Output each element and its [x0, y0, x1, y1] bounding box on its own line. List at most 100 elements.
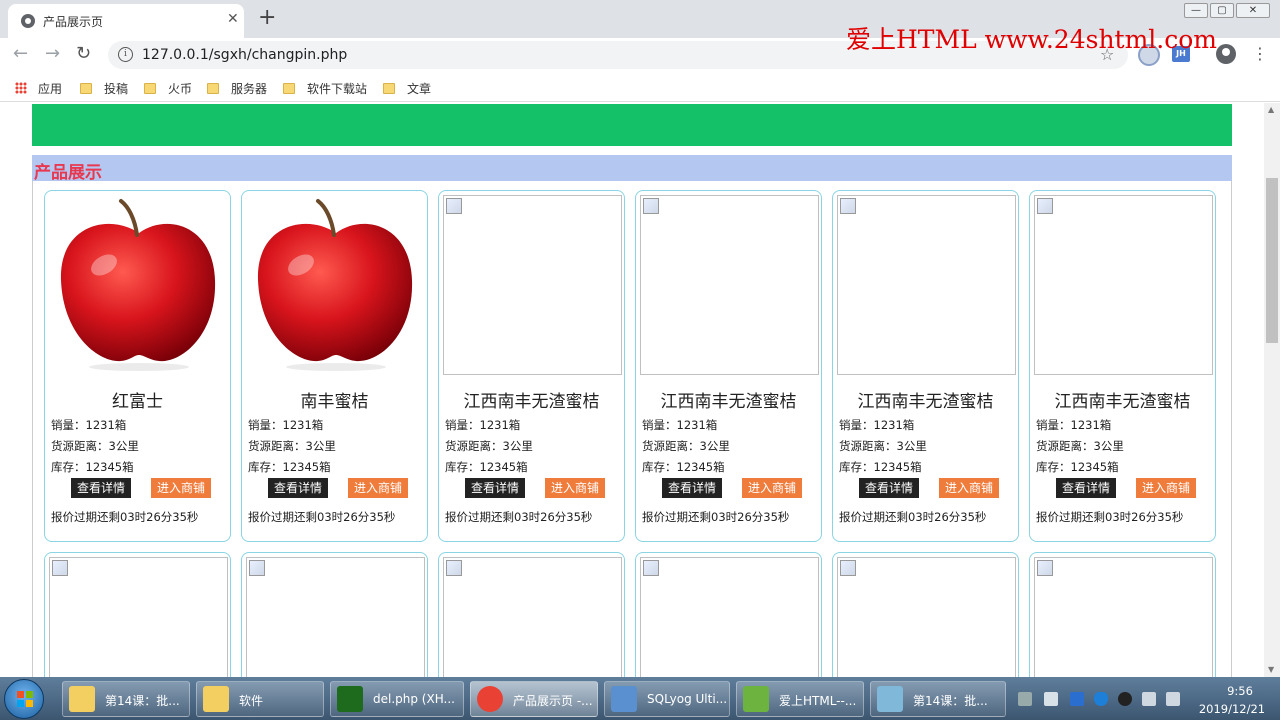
start-button[interactable] — [4, 679, 44, 719]
app-icon — [743, 686, 769, 712]
browser-tab[interactable]: 产品展示页 ✕ — [8, 4, 244, 38]
view-details-button[interactable]: 查看详情 — [71, 478, 131, 498]
volume-icon[interactable] — [1142, 692, 1156, 706]
folder-icon — [203, 686, 229, 712]
enter-shop-button[interactable]: 进入商铺 — [151, 478, 211, 498]
forward-button[interactable]: → — [45, 43, 60, 64]
tab-close-icon[interactable]: ✕ — [227, 11, 239, 27]
product-card — [44, 552, 231, 677]
globe-icon — [21, 14, 35, 28]
clock-date[interactable]: 2019/12/21 — [1194, 702, 1270, 716]
folder-icon — [144, 83, 156, 94]
enter-shop-button[interactable]: 进入商铺 — [939, 478, 999, 498]
display-icon[interactable] — [1166, 692, 1180, 706]
enter-shop-button[interactable]: 进入商铺 — [742, 478, 802, 498]
header-banner — [32, 104, 1232, 146]
product-card: 江西南丰无渣蜜桔 销量：1231箱 货源距离：3公里 库存：12345箱 查看详情 进入商… — [1029, 190, 1216, 542]
profile-avatar-icon[interactable] — [1216, 44, 1236, 64]
taskbar-item[interactable]: 第14课：批... — [870, 681, 1006, 717]
scroll-down-arrow-icon[interactable]: ▼ — [1268, 665, 1274, 674]
taskbar-item[interactable]: del.php (XH... — [330, 681, 464, 717]
taskbar-item[interactable]: 软件 — [196, 681, 324, 717]
broken-image-icon — [1034, 557, 1213, 677]
view-details-button[interactable]: 查看详情 — [859, 478, 919, 498]
broken-image-icon — [246, 557, 425, 677]
site-info-icon[interactable]: i — [118, 47, 133, 62]
browser-menu-icon[interactable]: ⋮ — [1252, 44, 1268, 63]
product-card — [832, 552, 1019, 677]
network-tray-icon[interactable] — [1044, 692, 1058, 706]
reload-button[interactable]: ↻ — [76, 43, 91, 64]
bookmark-label: 应用 — [38, 82, 63, 96]
bookmarks-bar: 应用 投稿 火币 服务器 软件下载站 文章 — [0, 72, 1280, 102]
folder-icon — [283, 83, 295, 94]
enter-shop-button[interactable]: 进入商铺 — [1136, 478, 1196, 498]
apps-icon — [15, 82, 27, 94]
product-card — [1029, 552, 1216, 677]
product-grid: 红富士 销量：1231箱 货源距离：3公里 库存：12345箱 查看详情 进入商铺 报价过期… — [32, 181, 1232, 677]
new-tab-button[interactable]: + — [258, 5, 276, 31]
taskbar-item[interactable]: SQLyog Ulti... — [604, 681, 730, 717]
minimize-button[interactable]: — — [1184, 3, 1208, 18]
product-distance: 货源距离：3公里 — [248, 439, 336, 453]
product-card: 江西南丰无渣蜜桔 销量：1231箱 货源距离：3公里 库存：12345箱 查看详情 进入商… — [832, 190, 1019, 542]
folder-icon — [69, 686, 95, 712]
view-details-button[interactable]: 查看详情 — [1056, 478, 1116, 498]
shield-icon[interactable] — [1094, 692, 1108, 706]
taskbar-item-label: 第14课：批... — [913, 694, 988, 708]
taskbar-item[interactable]: 爱上HTML--... — [736, 681, 864, 717]
scroll-up-arrow-icon[interactable]: ▲ — [1268, 105, 1274, 114]
chrome-icon — [477, 686, 503, 712]
product-name: 江西南丰无渣蜜桔 — [463, 392, 600, 412]
page-scrollbar[interactable]: ▲ ▼ — [1264, 103, 1280, 677]
product-stock: 库存：12345箱 — [248, 460, 331, 474]
taskbar-item-label: del.php (XH... — [373, 692, 455, 706]
close-window-button[interactable]: ✕ — [1236, 3, 1270, 18]
bookmark-item[interactable]: 投稿 — [80, 80, 128, 97]
windows-taskbar: 9:56 2019/12/21 第14课：批... 软件 del.php (XH..… — [0, 677, 1280, 720]
taskbar-item-label: 爱上HTML--... — [779, 694, 857, 708]
taskbar-item[interactable]: 第14课：批... — [62, 681, 190, 717]
quote-expiry-timer: 报价过期还剩03时26分35秒 — [445, 510, 593, 524]
product-card — [241, 552, 428, 677]
product-sales: 销量：1231箱 — [642, 418, 718, 432]
enter-shop-button[interactable]: 进入商铺 — [545, 478, 605, 498]
keyboard-icon[interactable] — [1018, 692, 1032, 706]
bookmark-apps[interactable]: 应用 — [15, 80, 62, 97]
bookmark-item[interactable]: 火币 — [144, 80, 192, 97]
notepad-icon — [877, 686, 903, 712]
product-distance: 货源距离：3公里 — [1036, 439, 1124, 453]
broken-image-icon — [640, 195, 819, 375]
section-header: 产品展示 — [32, 155, 1232, 183]
maximize-button[interactable]: ▢ — [1210, 3, 1234, 18]
url-text[interactable]: 127.0.0.1/sgxh/changpin.php — [142, 47, 347, 63]
folder-icon — [383, 83, 395, 94]
clock-time[interactable]: 9:56 — [1210, 684, 1270, 698]
bookmark-label: 软件下载站 — [307, 82, 368, 96]
folder-icon — [80, 83, 92, 94]
broken-image-icon — [1034, 195, 1213, 375]
taskbar-item[interactable]: 产品展示页 -... — [470, 681, 598, 717]
product-name: 红富士 — [112, 392, 163, 412]
product-distance: 货源距离：3公里 — [445, 439, 533, 453]
product-stock: 库存：12345箱 — [642, 460, 725, 474]
view-details-button[interactable]: 查看详情 — [662, 478, 722, 498]
back-button[interactable]: ← — [13, 43, 28, 64]
watermark-text: 爱上HTML www.24shtml.com — [846, 25, 1217, 54]
scrollbar-thumb[interactable] — [1266, 178, 1278, 343]
bookmark-item[interactable]: 软件下载站 — [283, 80, 367, 97]
product-card: 江西南丰无渣蜜桔 销量：1231箱 货源距离：3公里 库存：12345箱 查看详情 进入商… — [438, 190, 625, 542]
view-details-button[interactable]: 查看详情 — [268, 478, 328, 498]
bookmark-item[interactable]: 文章 — [383, 80, 431, 97]
product-card: 南丰蜜桔 销量：1231箱 货源距离：3公里 库存：12345箱 查看详情 进入商铺 报价过… — [241, 190, 428, 542]
taskbar-item-label: 产品展示页 -... — [513, 694, 593, 708]
view-details-button[interactable]: 查看详情 — [465, 478, 525, 498]
product-stock: 库存：12345箱 — [839, 460, 922, 474]
enter-shop-button[interactable]: 进入商铺 — [348, 478, 408, 498]
bookmark-item[interactable]: 服务器 — [207, 80, 267, 97]
folder-icon — [207, 83, 219, 94]
qq-icon[interactable] — [1118, 692, 1132, 706]
product-image — [246, 195, 425, 375]
p-tray-icon[interactable] — [1070, 692, 1084, 706]
product-sales: 销量：1231箱 — [1036, 418, 1112, 432]
